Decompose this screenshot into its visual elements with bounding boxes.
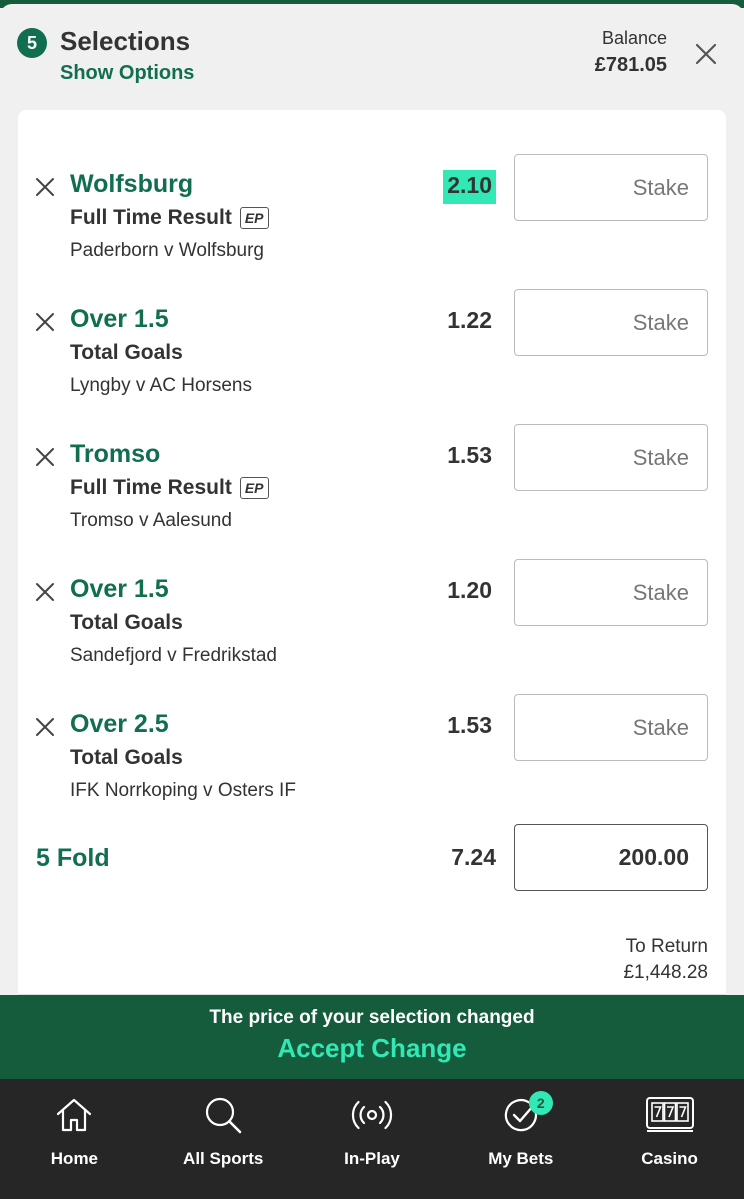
my-bets-count-badge: 2 [528,1091,553,1115]
selection-event: Paderborn v Wolfsburg [70,240,264,261]
to-return-label: To Return [625,936,708,957]
close-icon [36,313,54,331]
selection-name: Tromso [70,440,161,468]
selection-market: Total Goals [70,341,183,365]
balance-label: Balance [601,28,667,48]
selection-event: Sandefjord v Fredrikstad [70,645,277,666]
nav-item-all-sports[interactable]: All Sports [149,1079,298,1199]
selection-count-badge: 5 [17,28,47,58]
market-label: Total Goals [70,341,183,364]
nav-label: Home [50,1149,99,1168]
market-label: Total Goals [70,746,183,769]
close-icon [36,718,54,736]
each-way-ep-badge: EP [239,207,269,229]
selection-item: Over 1.5 Total Goals Lyngby v AC Horsens… [18,285,726,415]
market-label: Full Time Result [70,206,232,229]
accept-change-button[interactable]: Accept Change [0,1033,744,1064]
market-label: Full Time Result [70,476,232,499]
remove-selection-button[interactable] [34,311,56,333]
remove-selection-button[interactable] [34,176,56,198]
remove-selection-button[interactable] [34,446,56,468]
stake-input[interactable] [514,289,708,356]
selection-item: Wolfsburg Full Time Result EP Paderborn … [18,150,726,280]
selection-event: IFK Norrkoping v Osters IF [70,780,296,801]
remove-selection-button[interactable] [34,581,56,603]
nav-label: In-Play [344,1149,400,1168]
betslip-header: 5 Selections Show Options Balance £781.0… [0,4,744,104]
selection-name: Over 2.5 [70,710,169,738]
selection-name: Wolfsburg [70,170,194,198]
nav-item-home[interactable]: Home [0,1079,149,1199]
stake-input[interactable] [514,424,708,491]
selection-item: Over 1.5 Total Goals Sandefjord v Fredri… [18,555,726,685]
selection-odds: 1.20 [447,577,492,603]
nav-label: Casino [641,1149,698,1168]
fold-stake-input[interactable] [514,824,708,891]
price-change-message: The price of your selection changed [209,1007,535,1028]
price-change-banner: The price of your selection changed Acce… [0,995,744,1079]
selection-market: Full Time Result EP [70,476,269,500]
selection-name: Over 1.5 [70,305,169,333]
show-options-link[interactable]: Show Options [60,62,194,85]
to-return-value: £1,448.28 [623,962,708,983]
stake-input[interactable] [514,559,708,626]
nav-label: My Bets [488,1149,554,1168]
close-icon [695,43,717,65]
close-icon [36,178,54,196]
selection-item: Tromso Full Time Result EP Tromso v Aale… [18,420,726,550]
slot-machine-icon [645,1097,694,1132]
fold-label: 5 Fold [36,844,110,872]
selection-item: Over 2.5 Total Goals IFK Norrkoping v Os… [18,690,726,820]
selection-market: Total Goals [70,611,183,635]
multiple-bet-row: 5 Fold 7.24 [18,824,726,894]
selection-odds: 1.53 [447,712,492,738]
market-label: Total Goals [70,611,183,634]
balance-value: £781.05 [594,54,667,76]
selections-card: Wolfsburg Full Time Result EP Paderborn … [18,110,726,1000]
fold-odds: 7.24 [451,844,496,870]
betslip-sheet: 5 Selections Show Options Balance £781.0… [0,4,744,1000]
selection-odds: 2.10 [443,170,496,204]
nav-item-my-bets[interactable]: 2 My Bets [446,1079,595,1199]
nav-item-casino[interactable]: Casino [595,1079,744,1199]
search-icon [206,1097,242,1134]
stake-input[interactable] [514,154,708,221]
selection-name: Over 1.5 [70,575,169,603]
close-icon [36,448,54,466]
remove-selection-button[interactable] [34,716,56,738]
home-icon [57,1098,92,1132]
broadcast-icon [351,1100,393,1130]
selection-market: Full Time Result EP [70,206,269,230]
selection-event: Lyngby v AC Horsens [70,375,252,396]
selection-odds: 1.22 [447,307,492,333]
nav-label: All Sports [183,1149,264,1168]
selection-event: Tromso v Aalesund [70,510,232,531]
selection-market: Total Goals [70,746,183,770]
to-return: To Return £1,448.28 [623,934,708,986]
close-betslip-button[interactable] [692,40,720,68]
close-icon [36,583,54,601]
selections-title: Selections [60,26,191,56]
nav-item-in-play[interactable]: In-Play [298,1079,447,1199]
each-way-ep-badge: EP [239,477,269,499]
bottom-nav: Home All Sports In-Play 2 My Bets Casino [0,1079,744,1199]
selection-odds: 1.53 [447,442,492,468]
stake-input[interactable] [514,694,708,761]
